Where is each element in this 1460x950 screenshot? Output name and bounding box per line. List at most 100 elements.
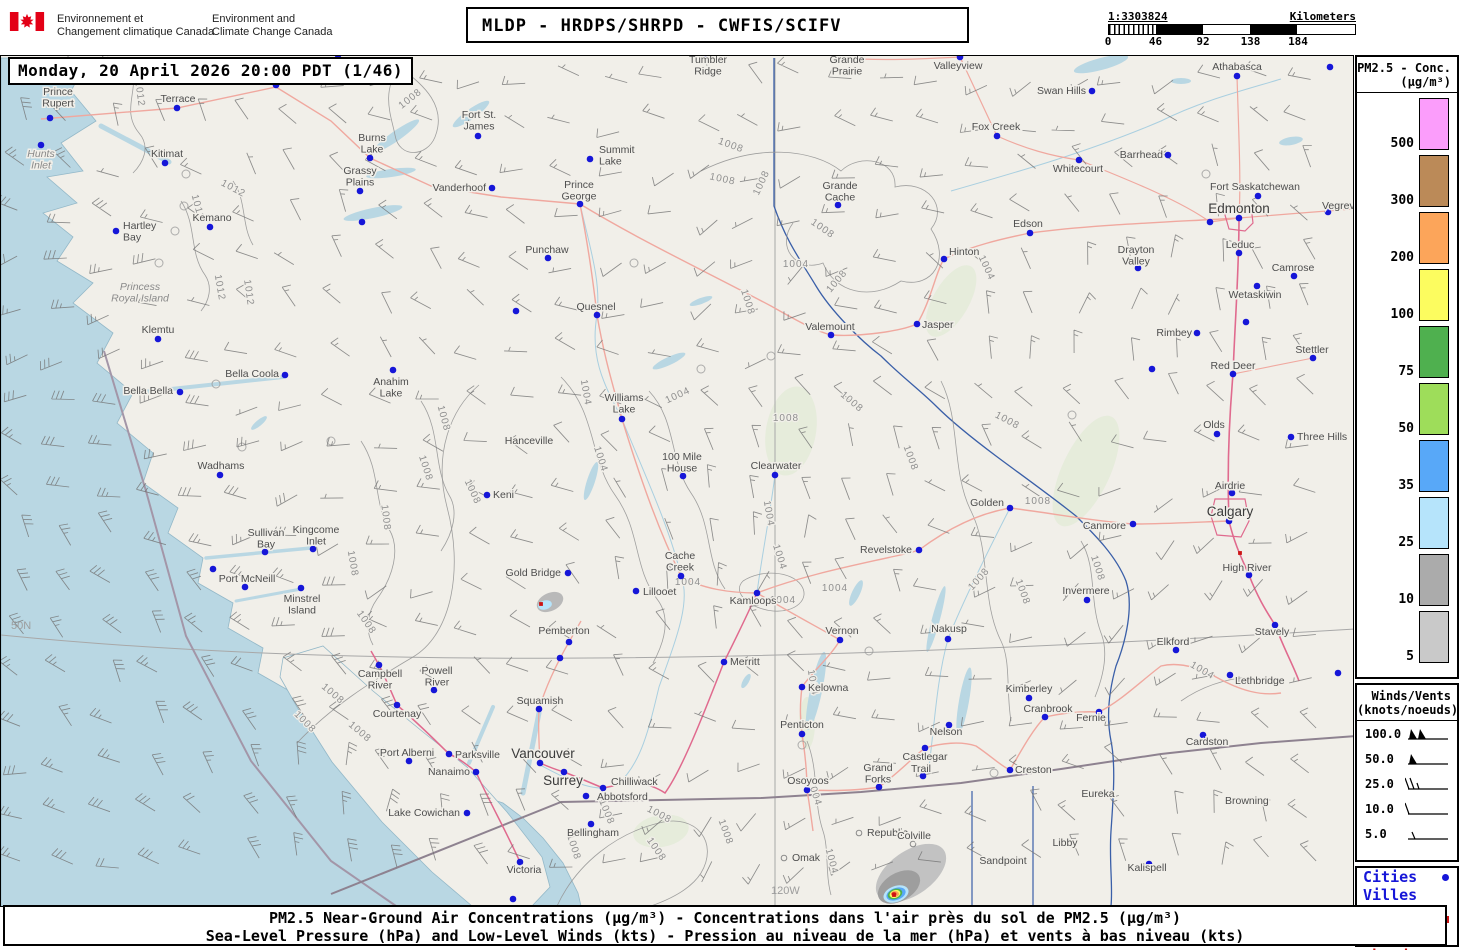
city-label: Port Alberni — [380, 747, 434, 759]
city-dot — [46, 114, 54, 122]
city-label: Fernie — [1076, 712, 1106, 724]
city-label: Edson — [1013, 218, 1043, 230]
pm25-legend-rows: 500 300 200 100 75 50 35 25 10 5 — [1357, 98, 1457, 663]
hotspot-marker — [1238, 551, 1242, 555]
city-label: Prince Rupert — [42, 86, 74, 110]
city-dot — [358, 218, 366, 226]
city-dot — [445, 750, 453, 758]
city-label: Kitimat — [151, 148, 183, 160]
city-label: Grande Cache — [822, 180, 857, 204]
city-dot — [366, 154, 374, 162]
pm-level-label: 300 — [1390, 193, 1414, 208]
city-label: Cranbrook — [1023, 703, 1073, 715]
city-dot — [1226, 671, 1234, 679]
city-dot — [915, 546, 923, 554]
city-label: Camrose — [1272, 262, 1315, 274]
town-circle-marker — [780, 854, 788, 862]
pm-level-swatch — [1419, 98, 1449, 150]
city-label: Hanceville — [505, 435, 554, 447]
city-label: Port McNeill — [219, 573, 276, 585]
town-circle-marker — [909, 840, 917, 848]
pm25-legend-units: (µg/m³) — [1400, 75, 1451, 89]
scale-bar: 1:3303824 Kilometers 0 46 92 138 184 — [1105, 10, 1356, 48]
city-label: Gold Bridge — [506, 567, 562, 579]
timestamp-box: Monday, 20 April 2026 20:00 PDT (1/46) — [8, 57, 414, 85]
city-label: Edmonton — [1208, 201, 1270, 216]
map-title: MLDP - HRDPS/SHRPD - CWFIS/SCIFV — [466, 7, 969, 43]
city-label: Red Deer — [1211, 360, 1256, 372]
city-label: Airdrie — [1215, 480, 1246, 492]
city-dot — [803, 786, 811, 794]
city-label: Merritt — [730, 656, 760, 668]
pm-level-swatch — [1419, 155, 1449, 207]
pm-level-label: 100 — [1390, 307, 1414, 322]
city-dot — [944, 635, 952, 643]
city-label: Abbotsford — [597, 791, 648, 803]
pm-level-swatch — [1419, 326, 1449, 378]
city-dot — [1083, 596, 1091, 604]
city-label: Browning — [1225, 795, 1269, 807]
city-label: Vancouver — [511, 746, 575, 761]
lake — [1171, 78, 1191, 84]
city-dot — [161, 159, 169, 167]
city-dot — [1006, 504, 1014, 512]
city-dot — [1213, 430, 1221, 438]
city-label: Chilliwack — [611, 776, 658, 788]
pm-level-swatch — [1419, 383, 1449, 435]
pm-level-swatch — [1419, 212, 1449, 264]
city-dot — [940, 255, 948, 263]
scale-unit: Kilometers — [1289, 10, 1356, 23]
city-label: Osoyoos — [787, 775, 828, 787]
cities-label-fr: Villes — [1363, 886, 1418, 904]
city-label: Omak — [792, 852, 821, 864]
wind-speed-row: 100.0 — [1357, 721, 1457, 746]
city-label: Surrey — [543, 773, 583, 788]
scale-tick: 46 — [1148, 35, 1163, 48]
scale-tick: 184 — [1288, 35, 1308, 48]
pm-level-row: 25 — [1357, 497, 1449, 549]
city-dot — [472, 768, 480, 776]
city-label: Kelowna — [808, 682, 848, 694]
city-label: Bellingham — [567, 827, 619, 839]
pm-level-swatch — [1419, 269, 1449, 321]
winds-legend-rows: 100.0 50.0 25.0 10.0 5.0 — [1357, 721, 1457, 846]
city-label: Kimberley — [1006, 683, 1053, 695]
pm-level-row: 500 — [1357, 98, 1449, 150]
city-dot — [1006, 766, 1014, 774]
city-dot — [993, 132, 1001, 140]
city-dot — [176, 388, 184, 396]
city-label: Grande Prairie — [829, 56, 864, 78]
city-dot — [474, 132, 482, 140]
weather-map-page: Environnement et Changement climatique Ca… — [0, 0, 1460, 950]
city-label: Parksville — [455, 749, 500, 761]
city-label: Drayton Valley — [1118, 244, 1155, 268]
isobar-label: 1008 — [1025, 496, 1051, 507]
wind-speed-row: 50.0 — [1357, 746, 1457, 771]
city-label: Grassy Plains — [343, 165, 377, 189]
city-label: Trail — [911, 763, 931, 775]
department-name-en: Environment and Climate Change Canada — [212, 13, 333, 38]
city-label: Grand Forks — [863, 762, 892, 786]
city-dot — [632, 587, 640, 595]
city-label: Athabasca — [1212, 61, 1262, 73]
city-dot — [209, 565, 217, 573]
pm-level-row: 5 — [1357, 611, 1449, 663]
winds-legend-title: Winds/Vents — [1371, 689, 1451, 703]
city-label: Valemount — [805, 321, 855, 333]
canada-flag-icon — [9, 12, 45, 31]
city-label: Elkford — [1157, 636, 1190, 648]
city-dot — [556, 654, 564, 662]
wind-speed-label: 10.0 — [1365, 801, 1394, 816]
city-label: Rimbey — [1156, 327, 1192, 339]
city-label: Libby — [1052, 837, 1078, 849]
city-label: Vanderhoof — [432, 182, 486, 194]
city-label: Stettler — [1295, 344, 1329, 356]
city-label: Sandpoint — [979, 855, 1026, 867]
pm-level-row: 200 — [1357, 212, 1449, 264]
city-label: Squamish — [517, 695, 564, 707]
city-label: Klemtu — [142, 324, 175, 336]
pm-level-label: 10 — [1398, 592, 1414, 607]
city-dot — [798, 683, 806, 691]
city-label: Bella Bella — [123, 385, 173, 397]
pm25-legend: PM2.5 - Conc. (µg/m³) 500 300 200 100 75 50 35… — [1355, 55, 1459, 679]
